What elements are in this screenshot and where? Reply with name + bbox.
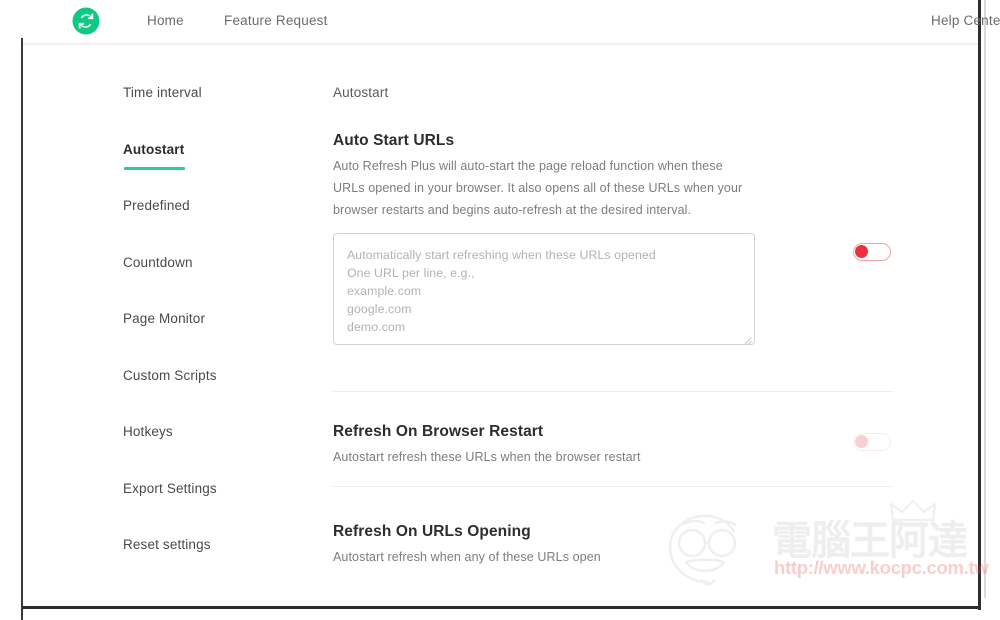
sidebar-active-indicator [124,166,185,170]
sidebar-item-label: Autostart [123,141,185,157]
refresh-on-browser-restart-toggle[interactable] [853,433,891,451]
watermark-crown-icon [889,499,937,522]
window-border-right [978,0,981,610]
section-description: Autostart refresh these URLs when the br… [333,450,641,464]
auto-refresh-logo-icon[interactable] [71,6,101,36]
section-refresh-on-urls-opening: Refresh On URLs Opening Autostart refres… [333,523,601,569]
sidebar-item-label: Time interval [123,85,202,100]
top-header-bar: Home Feature Request Help Center [23,0,1000,43]
textarea-resize-handle-icon[interactable] [743,333,752,344]
textarea-placeholder-line: example.com [347,284,422,299]
section-description: Auto Refresh Plus will auto-start the pa… [333,159,743,217]
sidebar-item-hotkeys[interactable]: Hotkeys [123,424,313,481]
section-auto-start-urls: Auto Start URLs Auto Refresh Plus will a… [333,132,903,345]
window-border-bottom [22,606,981,609]
settings-main-panel: Autostart Auto Start URLs Auto Refresh P… [333,85,903,564]
section-divider [333,486,893,487]
nav-link-feature-request[interactable]: Feature Request [224,13,328,28]
window-border-right-outer [984,0,986,598]
nav-link-help-center[interactable]: Help Center [931,13,1000,28]
sidebar-item-reset-settings[interactable]: Reset settings [123,537,313,594]
sidebar-item-label: Custom Scripts [123,367,217,383]
auto-start-urls-toggle[interactable] [853,243,891,261]
sidebar-item-label: Predefined [123,198,190,213]
section-description: Autostart refresh when any of these URLs… [333,550,601,564]
watermark-brand-text: 電腦王阿達 [772,518,968,564]
textarea-placeholder-line: One URL per line, e.g., [347,266,475,281]
sidebar-item-label: Reset settings [123,537,211,552]
sidebar-item-countdown[interactable]: Countdown [123,255,313,312]
sidebar-item-time-interval[interactable]: Time interval [123,85,313,142]
settings-sidebar: Time interval Autostart Predefined Count… [123,85,313,594]
window-border-left [21,38,23,620]
sidebar-item-export-settings[interactable]: Export Settings [123,481,313,538]
site-watermark: 電腦王阿達 http://www.kocpc.com.tw [664,499,989,588]
watermark-mascot-face-icon [664,512,772,586]
sidebar-item-label: Countdown [123,254,193,270]
sidebar-item-label: Hotkeys [123,424,173,439]
toggle-knob [855,245,868,258]
section-refresh-on-browser-restart: Refresh On Browser Restart Autostart ref… [333,423,641,469]
nav-link-home[interactable]: Home [147,13,184,28]
sidebar-item-autostart[interactable]: Autostart [123,142,313,199]
textarea-placeholder-line: demo.com [347,320,406,335]
auto-start-urls-textarea[interactable]: Automatically start refreshing when thes… [333,233,755,345]
extension-options-page: Home Feature Request Help Center Time in… [0,0,1000,620]
textarea-placeholder-line: Automatically start refreshing when thes… [347,248,656,262]
textarea-placeholder-line: google.com [347,302,412,317]
sidebar-item-page-monitor[interactable]: Page Monitor [123,311,313,368]
section-heading: Refresh On Browser Restart [333,423,544,440]
header-bottom-divider [23,43,978,45]
sidebar-item-label: Export Settings [123,480,217,496]
sidebar-item-custom-scripts[interactable]: Custom Scripts [123,368,313,425]
section-heading: Auto Start URLs [333,132,455,149]
watermark-url-text: http://www.kocpc.com.tw [774,557,989,578]
sidebar-item-predefined[interactable]: Predefined [123,198,313,255]
page-title: Autostart [333,85,389,100]
sidebar-item-label: Page Monitor [123,311,206,326]
section-divider [333,391,893,392]
section-heading: Refresh On URLs Opening [333,523,531,540]
toggle-knob [855,435,868,448]
